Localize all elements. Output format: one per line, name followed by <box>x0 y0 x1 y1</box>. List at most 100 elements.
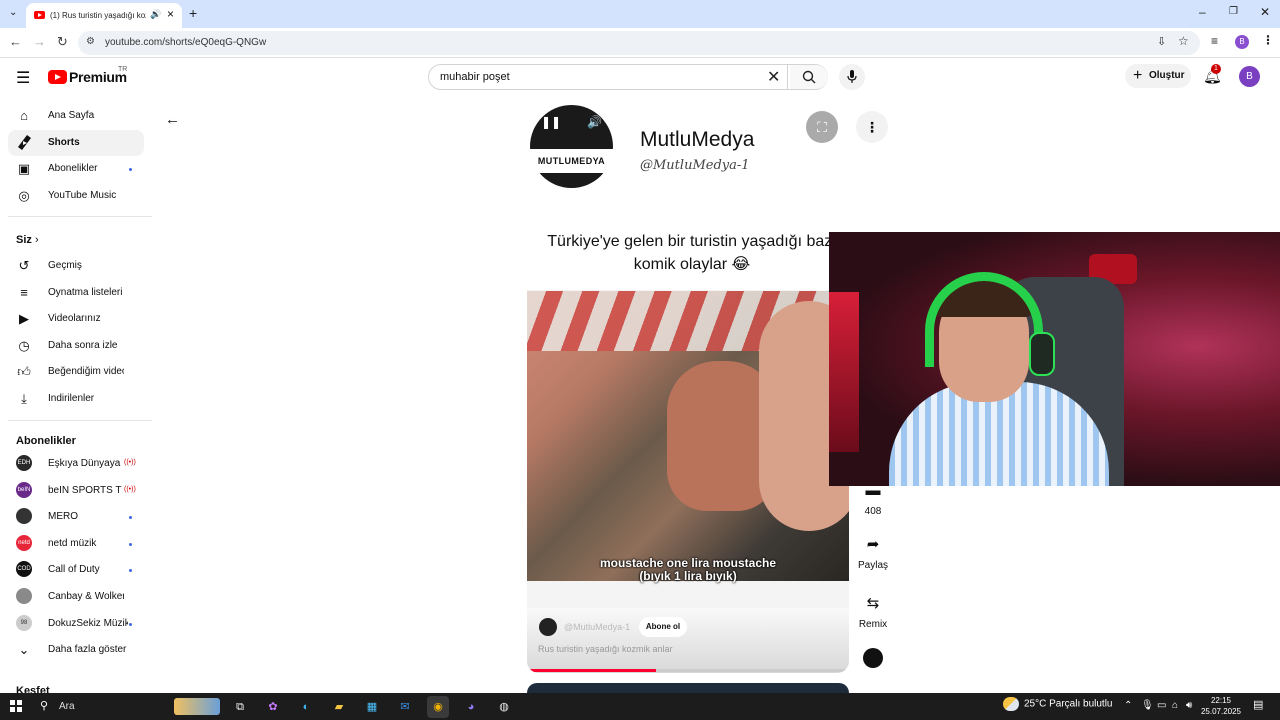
sidebar-item-label: Daha fazla göster <box>48 644 127 655</box>
forward-arrow-icon[interactable]: → <box>33 34 46 49</box>
short-info-bar: @MutluMedya-1 Abone ol Rus turistin yaşa… <box>527 608 849 673</box>
chevron-down-icon: ⌄ <box>18 642 30 657</box>
search-box[interactable]: muhabir poşet ✕ <box>428 64 828 90</box>
tray-chevron-up-icon[interactable]: ⌃ <box>1124 700 1132 711</box>
edge-icon[interactable]: ◐ <box>295 696 317 718</box>
browser-tab[interactable]: (1) Rus turistin yaşadığı kozmik anlar 🔊… <box>26 3 182 28</box>
comments-count: 408 <box>864 506 882 517</box>
partly-cloudy-icon <box>1003 697 1019 711</box>
browser-menu-icon[interactable]: ⋮ <box>1262 33 1274 47</box>
volume-icon[interactable]: 🔊 <box>587 115 602 129</box>
search-button[interactable] <box>790 65 828 89</box>
short-caption: Türkiye'ye gelen bir turistin yaşadığı b… <box>547 233 837 273</box>
obs-icon[interactable]: ◍ <box>493 696 515 718</box>
new-tab-plus-icon[interactable]: + <box>189 5 197 21</box>
sidebar-you-header[interactable]: Siz › <box>16 234 39 246</box>
subscribe-button[interactable]: Abone ol <box>639 617 687 637</box>
hamburger-menu-icon[interactable]: ☰ <box>16 68 30 88</box>
channel-avatar: 98 <box>16 615 32 631</box>
channel-avatar: beIN <box>16 482 32 498</box>
sidebar-item-watch-later[interactable]: ◷ Daha sonra izle <box>8 333 144 359</box>
reload-icon[interactable]: ↻ <box>57 34 68 50</box>
windows-start-icon[interactable] <box>10 700 22 712</box>
tab-search-chevron-icon[interactable]: ⌄ <box>9 7 17 18</box>
progress-bar[interactable] <box>527 669 849 672</box>
chrome-icon[interactable]: ◉ <box>427 696 449 718</box>
sidebar-item-label: Daha sonra izle <box>48 340 118 351</box>
restore-icon[interactable]: ❐ <box>1229 6 1238 17</box>
sidebar-item-history[interactable]: ↺ Geçmiş <box>8 253 144 279</box>
sidebar-sub-mero[interactable]: MERO <box>8 504 144 530</box>
create-button[interactable]: + Oluştur <box>1125 64 1191 88</box>
back-arrow-icon[interactable]: ← <box>165 111 180 128</box>
sidebar-divider <box>8 420 152 421</box>
bottom-channel-handle[interactable]: @MutluMedya-1 <box>564 622 630 632</box>
sidebar-item-your-videos[interactable]: ▶ Videolarınız <box>8 306 144 332</box>
back-arrow-icon[interactable]: ← <box>9 34 22 49</box>
new-content-dot <box>129 168 132 171</box>
tray-camera-icon[interactable]: ▭ <box>1157 700 1166 711</box>
task-view-icon[interactable]: ⧉ <box>229 696 251 718</box>
site-info-icon[interactable]: ⚙ <box>86 36 95 47</box>
new-content-dot <box>129 543 132 546</box>
channel-mini-avatar[interactable] <box>539 618 557 636</box>
bookmark-star-icon[interactable]: ☆ <box>1178 34 1189 48</box>
tab-close-icon[interactable]: × <box>167 7 174 21</box>
tray-network-icon[interactable]: ⌂ <box>1172 700 1178 711</box>
tab-title: (1) Rus turistin yaşadığı kozmik anlar <box>50 11 146 20</box>
short-player[interactable]: MUTLUMEDYA ❚❚ 🔊 MutluMedya @MutluMedya-1… <box>527 100 849 673</box>
sidebar-item-downloads[interactable]: ⤓ İndirilenler <box>8 386 144 412</box>
sidebar-sub-dokuzsekiz-muzik[interactable]: 98 DokuzSekiz Müzik <box>8 611 144 637</box>
search-icon <box>802 70 816 84</box>
account-avatar[interactable]: B <box>1239 66 1260 87</box>
install-app-icon[interactable]: ⇩ <box>1157 35 1166 48</box>
taskbar-clock[interactable]: 22:15 25.07.2025 <box>1200 695 1242 717</box>
taskbar-search[interactable]: ⚲ Ara <box>32 696 222 717</box>
notification-center-icon[interactable]: ▤ <box>1253 698 1263 711</box>
sidebar-item-playlists[interactable]: ≡ Oynatma listeleri <box>8 280 144 306</box>
pause-icon[interactable]: ❚❚ <box>541 115 561 129</box>
red-light-strip <box>829 292 859 452</box>
sound-channel-button[interactable] <box>854 644 892 668</box>
sidebar-item-home[interactable]: ⌂ Ana Sayfa <box>8 103 144 129</box>
browser-profile-avatar[interactable]: B <box>1235 35 1249 49</box>
window-close-icon[interactable]: ✕ <box>1260 5 1270 19</box>
browser-tab-bar: ⌄ (1) Rus turistin yaşadığı kozmik anlar… <box>0 0 1280 28</box>
microsoft-store-icon[interactable]: ▦ <box>361 696 383 718</box>
sidebar-show-more[interactable]: ⌄ Daha fazla göster <box>8 637 144 663</box>
sidebar-sub-netd-muzik[interactable]: netd netd müzik <box>8 531 144 557</box>
search-input[interactable]: muhabir poşet <box>440 71 510 83</box>
share-button[interactable]: ➦ Paylaş <box>854 530 892 571</box>
minimize-icon[interactable]: – <box>1199 5 1206 19</box>
notifications-button[interactable]: 🔔︎ 1 <box>1203 64 1222 85</box>
clear-search-icon[interactable]: ✕ <box>767 67 780 87</box>
remix-button[interactable]: ⇆ Remix <box>854 589 892 630</box>
tray-mic-icon[interactable]: 🎙︎ <box>1141 700 1154 711</box>
music-icon: ◎ <box>18 188 30 203</box>
sidebar-sub-call-of-duty[interactable]: COD Call of Duty <box>8 557 144 583</box>
sidebar-item-shorts[interactable]: Shorts <box>8 130 144 156</box>
sidebar-item-youtube-music[interactable]: ◎ YouTube Music <box>8 183 144 209</box>
weather-widget[interactable]: 25°C Parçalı bulutlu <box>1003 697 1113 711</box>
more-vert-icon: ⋮ <box>865 119 879 135</box>
address-bar[interactable]: ⚙ youtube.com/shorts/eQ0eqG-QNGw <box>78 31 1200 55</box>
more-options-button[interactable]: ⋮ <box>856 111 888 143</box>
short-video-frame[interactable] <box>527 291 849 581</box>
sidebar-item-subscriptions[interactable]: ▣ Abonelikler <box>8 156 144 182</box>
discord-icon[interactable]: ◕ <box>460 696 482 718</box>
tab-audio-icon[interactable]: 🔊 <box>150 9 161 20</box>
subscriptions-icon: ▣ <box>17 161 31 176</box>
sidebar-divider <box>8 216 152 217</box>
channel-name: MutluMedya <box>640 128 755 151</box>
sidebar-sub-bein-sports[interactable]: beIN beIN SPORTS Tü... ((•)) <box>8 478 144 504</box>
tray-volume-icon[interactable]: 🔊︎ <box>1186 700 1192 711</box>
sidebar-sub-eskiya-dunyaya[interactable]: EDH Eşkıya Dünyaya ... ((•)) <box>8 451 144 477</box>
sidebar-sub-canbay-wolker[interactable]: Canbay & Wolker <box>8 584 144 610</box>
voice-search-button[interactable] <box>839 64 865 90</box>
outlook-icon[interactable]: ✉ <box>394 696 416 718</box>
media-control-icon[interactable]: ≡ <box>1211 34 1218 48</box>
file-explorer-icon[interactable]: ▰ <box>328 696 350 718</box>
copilot-icon[interactable]: ✿ <box>262 696 284 718</box>
sidebar-item-liked-videos[interactable]: 👍︎ Beğendiğim videolar <box>8 359 144 385</box>
fullscreen-icon[interactable]: ⛶ <box>806 111 838 143</box>
